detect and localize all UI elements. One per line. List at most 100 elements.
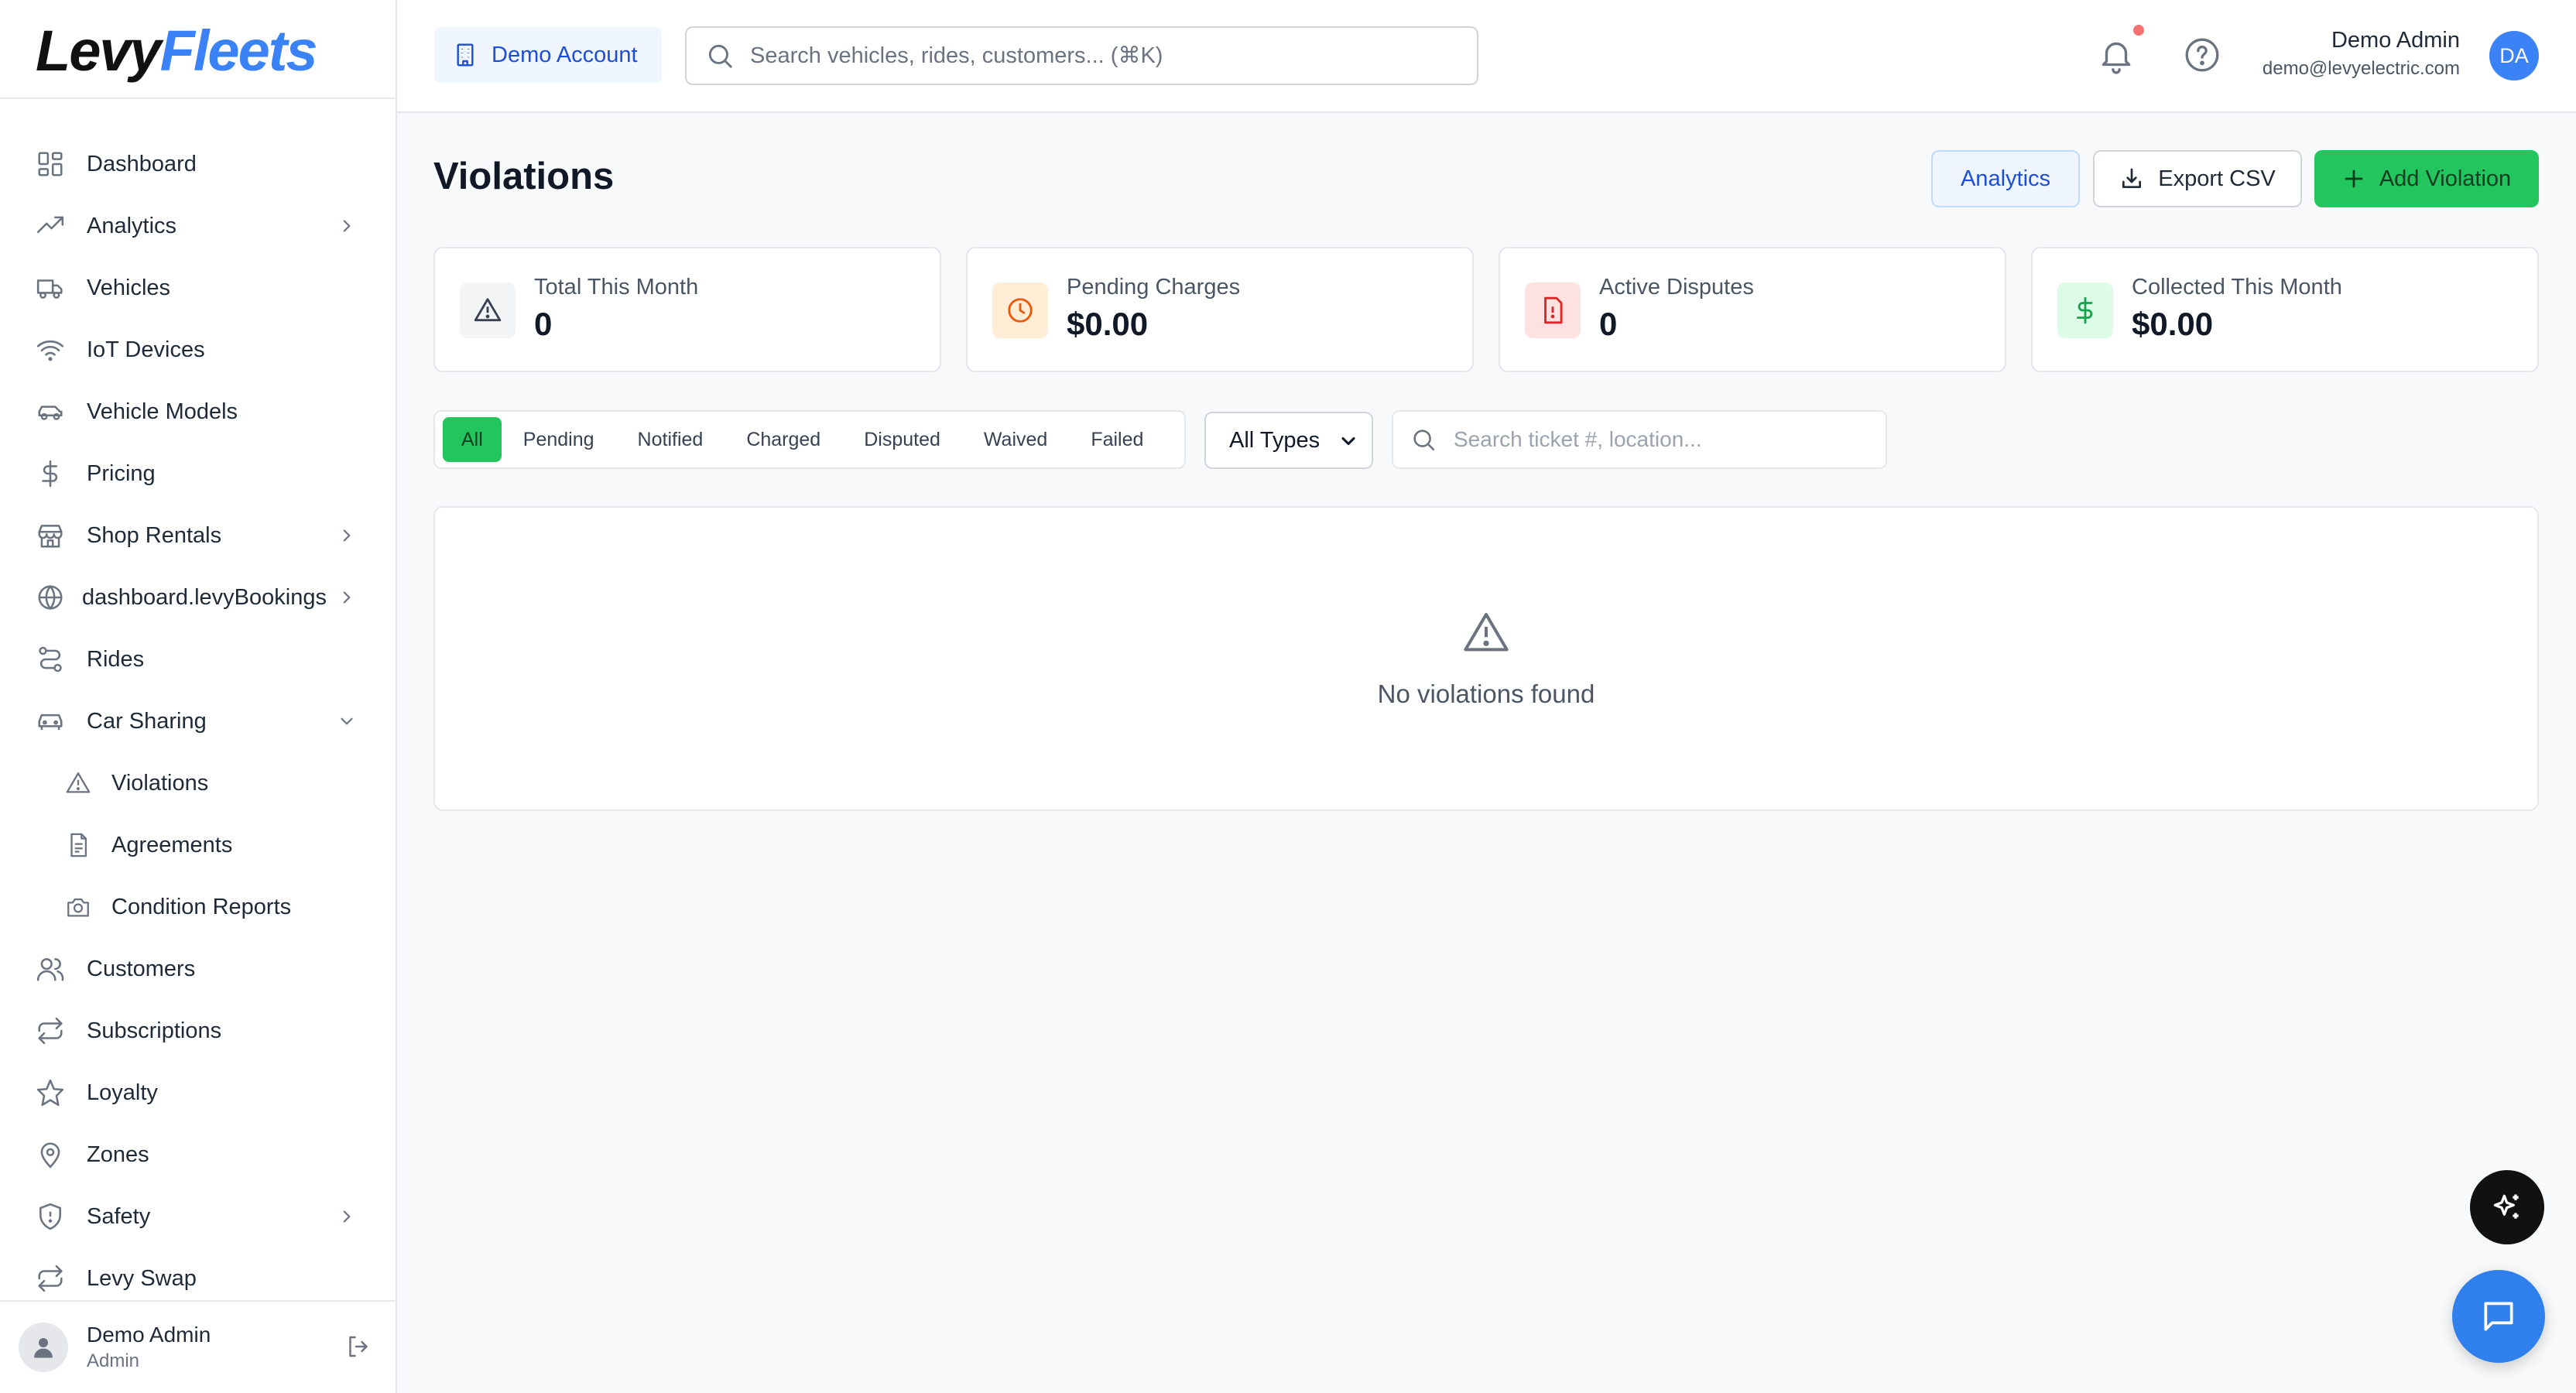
sidebar-user-info: Demo Admin Admin (87, 1323, 211, 1372)
car-icon (36, 707, 65, 736)
status-filter-tabs: All Pending Notified Charged Disputed Wa… (433, 410, 1186, 469)
chevron-down-icon (1338, 430, 1359, 452)
type-filter-select[interactable]: All Types (1204, 412, 1373, 469)
sidebar-item-loyalty[interactable]: Loyalty (0, 1062, 396, 1124)
brand-logo[interactable]: Levy Fleets (36, 15, 318, 85)
type-filter-value: All Types (1229, 427, 1321, 453)
repeat-icon (36, 1016, 65, 1046)
sidebar-item-car-sharing[interactable]: Car Sharing (0, 690, 396, 752)
star-icon (36, 1078, 65, 1107)
brand-logo-part2: Fleets (159, 18, 318, 83)
stat-value: 0 (1599, 306, 1618, 342)
avatar[interactable]: DA (2489, 31, 2539, 80)
demo-account-button[interactable]: Demo Account (434, 27, 662, 83)
avatar[interactable] (19, 1323, 68, 1372)
sidebar-item-dashboard[interactable]: Dashboard (0, 133, 396, 195)
car-icon (36, 397, 65, 426)
dollar-icon (2057, 282, 2113, 338)
tab-all[interactable]: All (443, 417, 502, 462)
sidebar: Levy Fleets Dashboard Analytics Vehicles (0, 0, 397, 1393)
tab-notified[interactable]: Notified (616, 417, 725, 462)
sidebar-item-analytics[interactable]: Analytics (0, 195, 396, 257)
sidebar-item-customers[interactable]: Customers (0, 938, 396, 1000)
violations-table-panel: No violations found (433, 506, 2539, 811)
bell-icon[interactable] (2097, 36, 2136, 74)
tab-pending[interactable]: Pending (502, 417, 616, 462)
sidebar-item-label: Loyalty (87, 1080, 158, 1105)
stat-card-collected-this-month: Collected This Month $0.00 (2031, 247, 2539, 372)
download-icon (2119, 166, 2144, 191)
add-violation-button[interactable]: Add Violation (2314, 150, 2539, 207)
document-icon (65, 832, 91, 858)
stat-value: $0.00 (1067, 306, 1149, 342)
sidebar-item-vehicles[interactable]: Vehicles (0, 257, 396, 319)
sidebar-item-iot-devices[interactable]: IoT Devices (0, 319, 396, 381)
sidebar-nav: Dashboard Analytics Vehicles IoT Devices (0, 133, 396, 1309)
warning-icon (1461, 608, 1511, 658)
plus-icon (2342, 167, 2365, 190)
ai-assistant-button[interactable] (2470, 1170, 2544, 1244)
sidebar-item-subscriptions[interactable]: Subscriptions (0, 1000, 396, 1062)
trend-icon (36, 211, 65, 241)
export-csv-button[interactable]: Export CSV (2093, 150, 2302, 207)
ticket-search[interactable] (1392, 410, 1887, 469)
page-title: Violations (433, 156, 615, 197)
top-user-info[interactable]: Demo Admin demo@levyelectric.com (2263, 28, 2460, 80)
building-icon (453, 43, 478, 67)
top-user-email: demo@levyelectric.com (2262, 58, 2460, 79)
chat-icon (2484, 1302, 2513, 1331)
chevron-down-icon (337, 711, 357, 731)
sidebar-item-label: Levy Swap (87, 1265, 197, 1291)
camera-icon (65, 894, 91, 920)
top-bar: Demo Account Demo Admin demo@levyelectri… (397, 0, 2576, 113)
sidebar-item-label: Agreements (111, 832, 233, 857)
add-violation-label: Add Violation (2379, 166, 2512, 191)
stat-card-total-this-month: Total This Month 0 (433, 247, 941, 372)
repeat-icon (36, 1264, 65, 1293)
sidebar-item-pricing[interactable]: Pricing (0, 443, 396, 505)
sidebar-item-violations[interactable]: Violations (0, 752, 396, 814)
warning-icon (460, 282, 516, 338)
help-icon[interactable] (2183, 36, 2221, 74)
sidebar-item-label: Rides (87, 646, 145, 672)
ticket-search-input[interactable] (1454, 427, 1886, 452)
file-alert-icon (1525, 282, 1581, 338)
demo-account-label: Demo Account (492, 42, 638, 67)
tab-waived[interactable]: Waived (962, 417, 1069, 462)
sidebar-item-rides[interactable]: Rides (0, 628, 396, 690)
sidebar-item-levy-bookings[interactable]: dashboard.levyBookings (0, 566, 396, 628)
sidebar-item-label: Vehicles (87, 275, 171, 300)
sidebar-item-label: Pricing (87, 460, 156, 486)
sidebar-item-shop-rentals[interactable]: Shop Rentals (0, 505, 396, 566)
search-icon (1410, 426, 1437, 453)
truck-icon (36, 273, 65, 303)
stat-value: $0.00 (2132, 306, 2214, 342)
sidebar-item-zones[interactable]: Zones (0, 1124, 396, 1186)
global-search-input[interactable] (750, 43, 1477, 69)
analytics-button[interactable]: Analytics (1931, 150, 2080, 207)
sidebar-item-label: Zones (87, 1141, 149, 1167)
logout-icon[interactable] (344, 1333, 372, 1360)
export-csv-label: Export CSV (2158, 166, 2276, 191)
sidebar-item-label: Customers (87, 956, 196, 981)
chat-button[interactable] (2452, 1270, 2545, 1363)
empty-state-message: No violations found (1377, 679, 1595, 708)
global-search[interactable] (685, 26, 1478, 85)
stat-card-active-disputes: Active Disputes 0 (1499, 247, 2006, 372)
sidebar-item-agreements[interactable]: Agreements (0, 814, 396, 876)
sidebar-item-label: Vehicle Models (87, 399, 238, 424)
sidebar-item-label: IoT Devices (87, 337, 205, 362)
sidebar-divider (0, 98, 396, 99)
warning-icon (65, 770, 91, 796)
sidebar-item-safety[interactable]: Safety (0, 1186, 396, 1248)
sidebar-item-label: Analytics (87, 213, 177, 238)
tab-charged[interactable]: Charged (724, 417, 842, 462)
sidebar-item-vehicle-models[interactable]: Vehicle Models (0, 381, 396, 443)
tab-failed[interactable]: Failed (1069, 417, 1165, 462)
stat-label: Total This Month (534, 275, 699, 299)
stat-label: Collected This Month (2132, 275, 2342, 299)
tab-disputed[interactable]: Disputed (842, 417, 962, 462)
sidebar-item-condition-reports[interactable]: Condition Reports (0, 876, 396, 938)
globe-icon (36, 583, 65, 612)
sidebar-item-label: Safety (87, 1203, 151, 1229)
